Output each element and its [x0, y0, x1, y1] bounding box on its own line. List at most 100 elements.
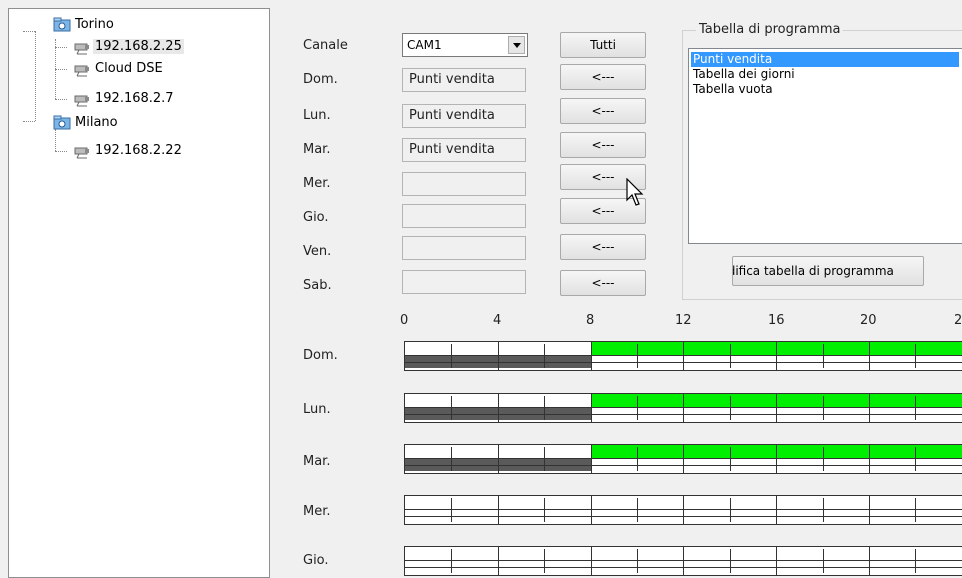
- day-label-mer: Mer.: [303, 176, 331, 191]
- timeline-tick: [683, 547, 685, 575]
- timeline-bar-dom[interactable]: [404, 341, 962, 371]
- timeline-tick: [637, 344, 638, 368]
- timeline-tick: [822, 396, 824, 420]
- assign-button-lun[interactable]: <---: [560, 98, 646, 124]
- tree-node-cloud-dse[interactable]: Cloud DSE: [73, 59, 165, 79]
- timeline-tick: [590, 394, 592, 422]
- tree-connector: [55, 69, 67, 70]
- timeline-tick: [451, 344, 453, 368]
- timeline-tick: [869, 445, 870, 473]
- channel-label: Canale: [303, 38, 348, 53]
- tree-node-label: Milano: [75, 115, 118, 130]
- assign-button-dom[interactable]: <---: [560, 64, 646, 90]
- day-program-field-sab: [402, 270, 526, 294]
- camera-device-icon: [74, 147, 89, 159]
- tree-node-device-192-168-2-22[interactable]: 192.168.2.22: [73, 141, 184, 161]
- timeline-tick: [915, 549, 917, 573]
- timeline-tick: [497, 445, 499, 473]
- assign-button-ven[interactable]: <---: [560, 234, 646, 260]
- timeline-label-gio: Gio.: [303, 553, 329, 568]
- program-table-title: Tabella di programma: [696, 22, 844, 37]
- timeline-tick: [729, 447, 731, 471]
- day-program-field-ven: [402, 236, 526, 260]
- timeline-tick: [590, 342, 592, 370]
- timeline-tick: [637, 549, 638, 573]
- timeline-tick: [869, 342, 870, 370]
- timeline-tick: [544, 344, 546, 368]
- timeline-tick: [729, 344, 731, 368]
- timeline-tick: [683, 496, 685, 524]
- day-label-ven: Ven.: [303, 244, 332, 259]
- timeline-tick: [915, 344, 917, 368]
- tree-node-milano[interactable]: Milano: [53, 113, 120, 133]
- channel-select-value: CAM1: [407, 38, 442, 52]
- tree-node-device-192-168-2-7[interactable]: 192.168.2.7: [73, 89, 176, 109]
- edit-program-table-label: Modifica tabella di programma: [733, 264, 894, 278]
- timeline-tick: [451, 498, 453, 522]
- timeline-tick: [776, 496, 778, 524]
- timeline-tick: [822, 549, 824, 573]
- timeline-tick: [822, 498, 824, 522]
- tutti-button[interactable]: Tutti: [560, 32, 646, 58]
- day-label-gio: Gio.: [303, 210, 329, 225]
- program-list-item[interactable]: Tabella vuota: [691, 82, 959, 97]
- timeline-tick: [822, 344, 824, 368]
- day-program-field-mar: Punti vendita: [402, 138, 526, 162]
- tree-node-label: Torino: [75, 17, 114, 32]
- timeline-tick: [729, 549, 731, 573]
- timeline-tick: [544, 396, 546, 420]
- timeline-tick: [497, 342, 499, 370]
- timeline-tick: [776, 445, 778, 473]
- timeline-bar-mer[interactable]: [404, 495, 962, 525]
- tree-node-device-192-168-2-25[interactable]: 192.168.2.25: [73, 37, 184, 57]
- timeline-tick: [590, 547, 592, 575]
- tree-connector: [55, 151, 67, 152]
- timeline-tick: [729, 498, 731, 522]
- timeline-tick: [915, 498, 917, 522]
- tree-connector: [55, 47, 67, 48]
- hour-label: 20: [860, 313, 877, 328]
- assign-button-mar[interactable]: <---: [560, 132, 646, 158]
- network-group-icon: [53, 115, 71, 130]
- channel-select[interactable]: CAM1: [402, 33, 528, 57]
- program-list-item[interactable]: Punti vendita: [691, 52, 959, 67]
- day-program-field-dom: Punti vendita: [402, 68, 526, 92]
- timeline-tick: [544, 447, 546, 471]
- timeline-tick: [729, 396, 731, 420]
- timeline-tick: [869, 496, 870, 524]
- timeline-tick: [497, 496, 499, 524]
- mouse-cursor-icon: [626, 178, 644, 206]
- timeline-tick: [869, 547, 870, 575]
- timeline-bar-mar[interactable]: [404, 444, 962, 474]
- hour-label: 8: [586, 313, 595, 328]
- program-list-item[interactable]: Tabella dei giorni: [691, 67, 959, 82]
- timeline-tick: [497, 547, 499, 575]
- tree-node-label: 192.168.2.7: [95, 91, 174, 106]
- timeline-tick: [451, 447, 453, 471]
- timeline-bar-gio[interactable]: [404, 546, 962, 576]
- program-table-list[interactable]: Punti vendita Tabella dei giorni Tabella…: [688, 48, 962, 244]
- assign-button-sab[interactable]: <---: [560, 270, 646, 296]
- timeline-bar-lun[interactable]: [404, 393, 962, 423]
- day-program-field-lun: Punti vendita: [402, 104, 526, 128]
- hour-label: 12: [675, 313, 692, 328]
- timeline-tick: [451, 549, 453, 573]
- timeline-tick: [776, 547, 778, 575]
- edit-program-table-button[interactable]: Modifica tabella di programma: [732, 256, 924, 286]
- timeline-label-mer: Mer.: [303, 504, 331, 519]
- timeline-tick: [915, 447, 917, 471]
- timeline-label-dom: Dom.: [303, 348, 338, 363]
- tree-node-label: 192.168.2.25: [93, 39, 184, 54]
- day-label-sab: Sab.: [303, 278, 332, 293]
- timeline-tick: [590, 445, 592, 473]
- tree-node-torino[interactable]: Torino: [53, 15, 116, 35]
- tree-node-label: 192.168.2.22: [95, 143, 182, 158]
- timeline-tick: [590, 496, 592, 524]
- chevron-down-icon[interactable]: [508, 36, 525, 54]
- device-tree[interactable]: Torino 192.168.2.25 Cloud DSE 192.168.2.…: [8, 8, 270, 578]
- day-label-lun: Lun.: [303, 108, 331, 123]
- day-label-dom: Dom.: [303, 72, 338, 87]
- timeline-tick: [637, 396, 638, 420]
- camera-device-icon: [74, 65, 89, 77]
- network-group-icon: [53, 17, 71, 32]
